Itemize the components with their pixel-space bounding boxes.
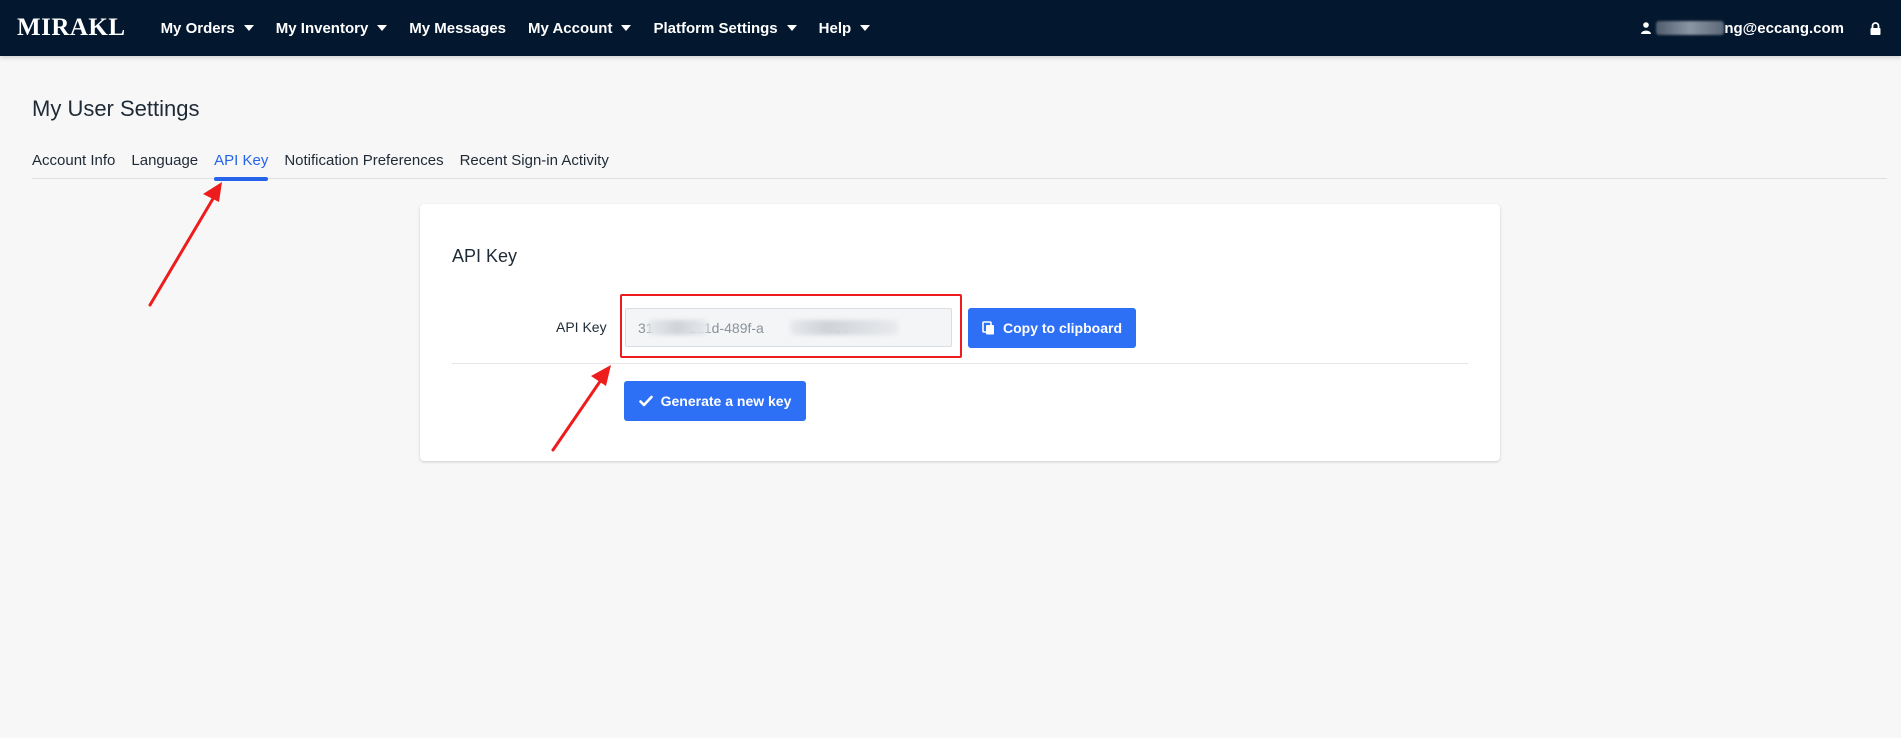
annotation-arrow-tab	[148, 182, 222, 307]
check-icon	[638, 395, 653, 407]
user-menu[interactable]: ng@eccang.com	[1641, 20, 1881, 37]
user-email: ng@eccang.com	[1724, 19, 1844, 37]
copy-to-clipboard-button[interactable]: Copy to clipboard	[968, 308, 1136, 348]
mirakl-logo[interactable]: MIRAKL	[17, 14, 126, 42]
tab-account-info[interactable]: Account Info	[32, 148, 115, 179]
top-navigation-bar: MIRAKL My Orders My Inventory My Message…	[0, 0, 1901, 56]
nav-help[interactable]: Help	[808, 0, 882, 56]
clipboard-icon	[982, 321, 995, 335]
annotation-highlight-box	[620, 294, 962, 358]
settings-tabs: Account Info Language API Key Notificati…	[32, 148, 1887, 181]
caret-down-icon	[860, 25, 871, 31]
card-title: API Key	[452, 246, 518, 266]
tab-api-key[interactable]: API Key	[214, 148, 269, 181]
redacted-username	[1656, 21, 1725, 35]
generate-new-key-button[interactable]: Generate a new key	[624, 381, 806, 421]
nav-my-orders[interactable]: My Orders	[150, 0, 265, 56]
nav-platform-settings[interactable]: Platform Settings	[642, 0, 807, 56]
caret-down-icon	[377, 25, 388, 31]
main-nav: My Orders My Inventory My Messages My Ac…	[150, 0, 882, 56]
api-key-label: API Key	[556, 319, 607, 335]
nav-my-inventory[interactable]: My Inventory	[265, 0, 399, 56]
caret-down-icon	[786, 25, 797, 31]
lock-icon[interactable]	[1870, 21, 1881, 35]
tab-language[interactable]: Language	[131, 148, 198, 179]
page-title: My User Settings	[32, 96, 200, 121]
user-icon	[1641, 22, 1652, 34]
nav-my-account[interactable]: My Account	[517, 0, 642, 56]
tab-recent-sign-in-activity[interactable]: Recent Sign-in Activity	[460, 148, 609, 179]
nav-my-messages[interactable]: My Messages	[398, 0, 517, 56]
tab-notification-preferences[interactable]: Notification Preferences	[284, 148, 443, 179]
caret-down-icon	[621, 25, 632, 31]
caret-down-icon	[243, 25, 254, 31]
divider	[452, 363, 1468, 364]
